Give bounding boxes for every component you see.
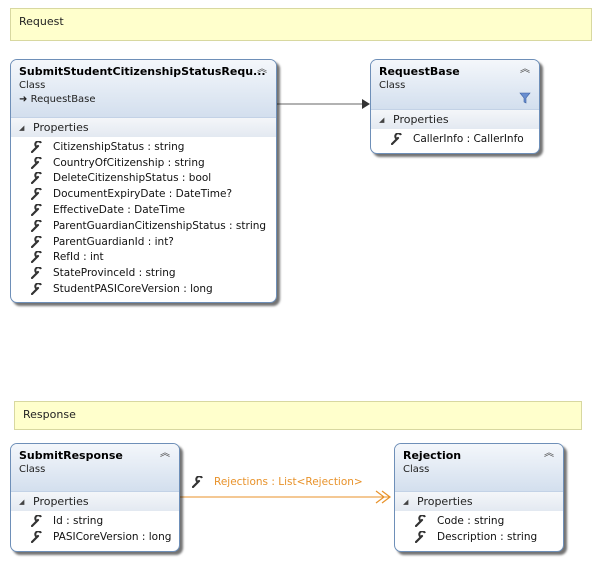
member-row[interactable]: Id : string [11,513,179,529]
wrench-icon [31,251,42,264]
wrench-icon [31,514,42,527]
member-row[interactable]: CountryOfCitizenship : string [11,155,276,171]
section-label: Properties [33,121,89,134]
wrench-icon [391,132,402,145]
chevron-up-icon[interactable]: ︽ [543,448,555,460]
inheritance-arrowhead [362,99,370,109]
wrench-icon [415,514,426,527]
class-kind: Class [19,464,46,475]
triangle-down-icon[interactable]: ◢ [19,124,33,132]
section-header-properties[interactable]: ◢ Properties [11,492,179,511]
wrench-icon [31,235,42,248]
section-header-properties[interactable]: ◢ Properties [371,110,539,129]
member-row[interactable]: RefId : int [11,250,276,266]
wrench-icon [31,156,42,169]
class-submit-student-citizenship-status-request[interactable]: SubmitStudentCitizenshipStatusRequ... Cl… [10,59,277,303]
member-label: DeleteCitizenshipStatus : bool [53,172,212,185]
member-label: DocumentExpiryDate : DateTime? [53,188,233,201]
class-submit-response[interactable]: SubmitResponse Class ︽ ◢ Properties Id :… [10,443,180,552]
member-label: Id : string [53,514,104,527]
section-header-properties[interactable]: ◢ Properties [395,492,563,511]
association-label-rejections[interactable]: Rejections : List<Rejection> [192,476,363,488]
member-list: Code : string Description : string [395,511,563,551]
class-base-name: RequestBase [30,94,96,105]
chevron-up-icon[interactable]: ︽ [159,448,171,460]
section-label: Properties [33,495,89,508]
class-kind: Class [403,464,430,475]
wrench-icon [31,204,42,217]
member-label: Description : string [437,530,538,543]
class-name: SubmitStudentCitizenshipStatusRequ... [19,65,266,78]
member-label: CallerInfo : CallerInfo [413,132,524,145]
class-name: RequestBase [379,65,460,78]
class-rejection[interactable]: Rejection Class ︽ ◢ Properties Code : st… [394,443,564,552]
class-request-base[interactable]: RequestBase Class ︽ ◢ Properties CallerI… [370,59,540,154]
member-row[interactable]: EffectiveDate : DateTime [11,202,276,218]
member-row[interactable]: ParentGuardianCitizenshipStatus : string [11,218,276,234]
chevron-up-icon[interactable]: ︽ [519,64,531,76]
class-name: Rejection [403,449,462,462]
wrench-icon [415,530,426,543]
member-label: StudentPASICoreVersion : long [53,283,213,296]
member-row[interactable]: Description : string [395,529,563,545]
wrench-icon [31,283,42,296]
member-row[interactable]: CitizenshipStatus : string [11,139,276,155]
class-header[interactable]: SubmitResponse Class ︽ [11,444,179,492]
triangle-down-icon[interactable]: ◢ [19,498,33,506]
member-row[interactable]: DocumentExpiryDate : DateTime? [11,186,276,202]
class-kind: Class [379,80,406,91]
association-label-text: Rejections : List<Rejection> [214,476,363,488]
member-row[interactable]: ParentGuardianId : int? [11,234,276,250]
member-label: ParentGuardianCitizenshipStatus : string [53,219,267,232]
class-header[interactable]: RequestBase Class ︽ [371,60,539,110]
class-name: SubmitResponse [19,449,123,462]
wrench-icon [31,140,42,153]
member-list: CitizenshipStatus : string CountryOfCitiz… [11,137,276,302]
member-label: RefId : int [53,251,104,264]
triangle-down-icon[interactable]: ◢ [379,116,393,124]
member-row[interactable]: StateProvinceId : string [11,265,276,281]
class-base: ➜ RequestBase [19,94,268,105]
member-label: CountryOfCitizenship : string [53,156,205,169]
class-kind: Class [19,80,46,91]
member-label: ParentGuardianId : int? [53,235,174,248]
member-label: PASICoreVersion : long [53,530,172,543]
triangle-down-icon[interactable]: ◢ [403,498,417,506]
member-label: EffectiveDate : DateTime [53,204,185,217]
member-label: StateProvinceId : string [53,267,176,280]
member-list: Id : string PASICoreVersion : long [11,511,179,551]
wrench-icon [31,530,42,543]
class-header[interactable]: Rejection Class ︽ [395,444,563,492]
member-row[interactable]: StudentPASICoreVersion : long [11,281,276,297]
inherits-arrow-icon: ➜ [19,94,28,105]
class-header[interactable]: SubmitStudentCitizenshipStatusRequ... Cl… [11,60,276,118]
member-list: CallerInfo : CallerInfo [371,129,539,153]
section-header-properties[interactable]: ◢ Properties [11,118,276,137]
section-label: Properties [393,113,449,126]
chevron-up-icon[interactable]: ︽ [256,64,268,76]
wrench-icon [31,172,42,185]
wrench-icon [31,267,42,280]
member-row[interactable]: DeleteCitizenshipStatus : bool [11,171,276,187]
wrench-icon [31,219,42,232]
member-label: Code : string [437,514,505,527]
wrench-icon [31,188,42,201]
member-label: CitizenshipStatus : string [53,140,185,153]
filter-icon[interactable] [519,92,531,104]
member-row[interactable]: PASICoreVersion : long [11,529,179,545]
wrench-icon [192,476,203,488]
member-row[interactable]: Code : string [395,513,563,529]
member-row[interactable]: CallerInfo : CallerInfo [371,131,539,147]
section-label: Properties [417,495,473,508]
